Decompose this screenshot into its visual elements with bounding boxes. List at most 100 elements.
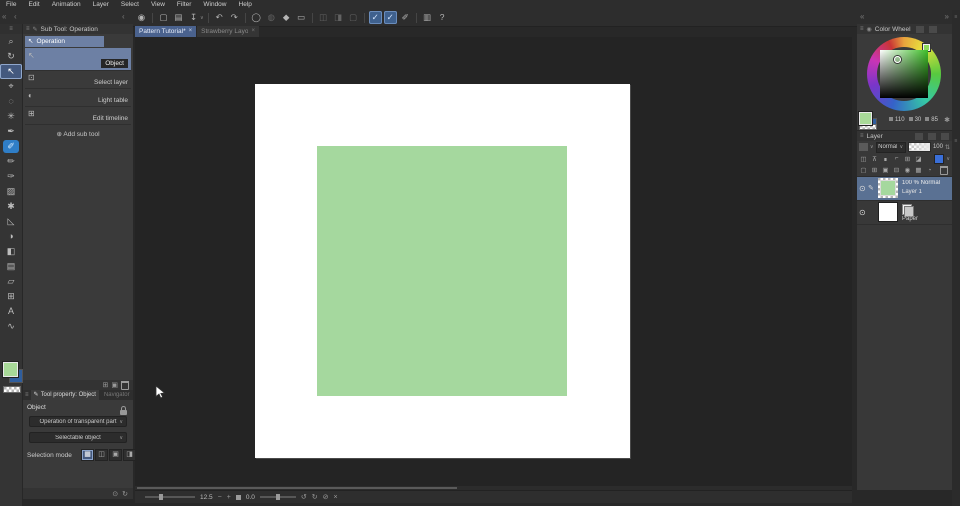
menu-window[interactable]: Window (197, 0, 232, 10)
selection-mode-remove-icon[interactable]: ▣ (109, 449, 122, 461)
tool-text-icon[interactable]: A (0, 304, 22, 319)
layer-name[interactable]: Paper (902, 216, 918, 222)
collapse-left-panel-icon[interactable]: « (2, 10, 6, 24)
slider-handle[interactable] (159, 494, 163, 500)
menu-edit[interactable]: Edit (22, 0, 45, 10)
tool-eraser-icon[interactable]: ◺ (0, 214, 22, 229)
tool-airbrush-icon[interactable]: ▨ (0, 184, 22, 199)
tool-auto-select-icon[interactable]: ✳ (0, 109, 22, 124)
layer-search-tab-icon[interactable] (928, 132, 936, 140)
transparent-color-swatch[interactable] (3, 386, 21, 393)
canvas-area[interactable] (135, 37, 852, 486)
saturation-value-square[interactable] (880, 50, 928, 98)
layer-name[interactable]: Layer 1 (902, 189, 922, 195)
rotation-slider[interactable] (259, 494, 296, 500)
panel-menu-icon[interactable]: ≡ (26, 26, 30, 32)
add-sub-tool-footer-icon[interactable]: ⊞ (103, 381, 109, 389)
new-layer-folder-icon[interactable]: ▣ (881, 166, 890, 174)
layer-property-tab-icon[interactable] (915, 132, 923, 140)
delete-layer-icon[interactable] (940, 165, 948, 175)
new-vector-layer-icon[interactable]: ⊞ (870, 166, 879, 174)
foreground-color-swatch[interactable] (859, 112, 872, 125)
tool-pen-icon[interactable]: ✐ (3, 140, 19, 153)
apply-mask-icon[interactable]: ◔ (925, 167, 934, 174)
sub-tool-group-operation[interactable]: ↖ Operation (25, 36, 104, 47)
chevron-down-icon[interactable]: ∨ (870, 144, 874, 150)
tool-zoom-icon[interactable]: ⌕ (0, 34, 22, 49)
sub-tool-item-select-layer[interactable]: ⊡ Select layer (25, 70, 131, 89)
create-layer-mask-icon[interactable]: ▦ (914, 166, 923, 174)
blend-mode-dropdown[interactable]: Normal ∨ (875, 141, 906, 153)
scrollbar-thumb[interactable] (137, 487, 457, 489)
tool-line-correction-icon[interactable]: ∿ (0, 319, 22, 334)
menu-help[interactable]: Help (233, 0, 258, 10)
close-icon[interactable]: × (251, 26, 255, 37)
selection-border-icon[interactable]: ▭ (295, 11, 308, 24)
color-slider-tab-icon[interactable] (915, 25, 924, 33)
reset-tool-icon[interactable]: ⊙ (112, 490, 118, 498)
selectable-object-dropdown[interactable]: Selectable object ∨ (29, 432, 127, 443)
tool-move-icon[interactable]: ⌖ (0, 79, 22, 94)
collapse-left-panel-icon-2[interactable]: ‹ (14, 10, 17, 24)
open-file-icon[interactable]: ▤ (172, 11, 185, 24)
close-icon[interactable]: × (189, 26, 193, 37)
chevron-down-icon[interactable]: ∨ (946, 156, 950, 162)
transparent-part-dropdown[interactable]: Operation of transparent part ∨ (29, 416, 127, 427)
menu-animation[interactable]: Animation (46, 0, 87, 10)
timeline-tab-icon[interactable] (941, 132, 949, 140)
snap-ruler-icon[interactable]: ◫ (317, 11, 330, 24)
reset-rotation-icon[interactable]: ⊘ (323, 493, 329, 501)
tool-frame-border-icon[interactable]: ⊞ (0, 289, 22, 304)
new-document-icon[interactable]: ▢ (157, 11, 170, 24)
tool-blend-icon[interactable]: ◑ (0, 229, 22, 244)
mask-area-icon[interactable]: ◫ (859, 155, 868, 163)
new-raster-layer-icon[interactable]: ▢ (859, 166, 868, 174)
zoom-in-button[interactable]: + (227, 494, 231, 501)
tab-tool-property[interactable]: ✎ Tool property: Object (30, 390, 99, 400)
gear-icon[interactable]: ✱ (944, 116, 950, 124)
color-set-tab-icon[interactable] (928, 25, 937, 33)
tool-rotate-icon[interactable]: ↻ (0, 49, 22, 64)
selection-mode-replace-icon[interactable]: ▦ (81, 449, 94, 461)
tool-brush-icon[interactable]: ✑ (0, 169, 22, 184)
tool-decoration-icon[interactable]: ✱ (0, 199, 22, 214)
tool-palette-menu-icon[interactable]: ≡ (0, 24, 22, 34)
antialias-on-icon[interactable]: ✓ (368, 11, 382, 24)
foreground-color-swatch[interactable] (3, 362, 18, 377)
collapsed-panel-strip[interactable]: ≡ ≡ (952, 10, 960, 506)
color-marker[interactable] (894, 56, 901, 63)
set-as-draft-layer-icon[interactable]: ◪ (914, 155, 923, 163)
menu-select[interactable]: Select (115, 0, 145, 10)
menu-file[interactable]: File (0, 0, 22, 10)
workspace-icon[interactable]: ▥ (421, 11, 434, 24)
antialias-smooth-icon[interactable]: ✓ (383, 11, 397, 24)
panel-menu-icon[interactable]: ≡ (860, 26, 864, 32)
clip-at-layer-below-icon[interactable]: ⊼ (870, 155, 879, 163)
save-dropdown-icon[interactable]: ∨ (200, 15, 204, 21)
delete-sub-tool-icon[interactable] (121, 380, 129, 390)
fit-to-screen-icon[interactable] (235, 494, 241, 500)
fill-icon[interactable]: ◆ (280, 11, 293, 24)
reset-view-icon[interactable]: × (334, 494, 338, 501)
tab-strawberry-layout[interactable]: Strawberry Layo × (197, 26, 259, 37)
layer-visibility-eye-icon[interactable]: ⊙ (859, 208, 866, 217)
layer-row-layer-1[interactable]: ⊙ ✎ 100 % Normal Layer 1 (857, 177, 952, 201)
sub-tool-item-edit-timeline[interactable]: ⊞ Edit timeline (25, 106, 131, 125)
collapse-right-panel-icon[interactable]: « (860, 10, 864, 24)
undo-icon[interactable]: ↶ (213, 11, 226, 24)
redo-icon[interactable]: ↷ (228, 11, 241, 24)
snap-special-ruler-icon[interactable]: ◨ (332, 11, 345, 24)
layer-color-chip[interactable] (934, 153, 945, 164)
tool-gradient-icon[interactable]: ▤ (0, 259, 22, 274)
snap-grid-icon[interactable]: ▢ (347, 11, 360, 24)
tool-fill-icon[interactable]: ◧ (0, 244, 22, 259)
layer-visibility-eye-icon[interactable]: ⊙ (859, 184, 866, 193)
strip-menu-icon[interactable]: ≡ (952, 14, 960, 20)
reselect-icon[interactable]: ◍ (265, 11, 278, 24)
zoom-slider[interactable] (145, 494, 195, 500)
selection-mode-add-icon[interactable]: ◫ (95, 449, 108, 461)
layer-thumbnail-size-icon[interactable] (859, 143, 868, 151)
tool-eyedropper-icon[interactable]: ✒ (0, 124, 22, 139)
rotate-right-icon[interactable]: ↻ (312, 493, 318, 501)
duplicate-sub-tool-icon[interactable]: ▣ (111, 381, 118, 389)
